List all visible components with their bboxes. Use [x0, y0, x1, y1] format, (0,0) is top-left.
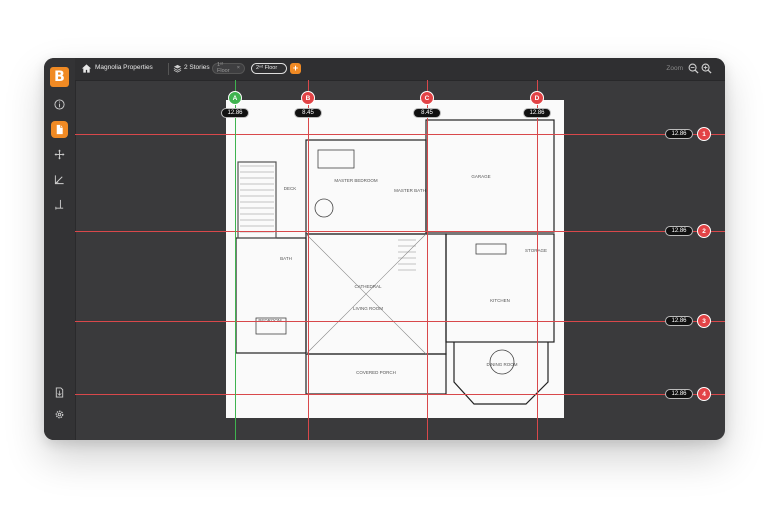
grid-row-marker-3[interactable]: 3 [697, 314, 711, 328]
angle-button[interactable] [51, 171, 68, 188]
measure-icon [55, 199, 64, 210]
zoom-in-icon[interactable] [701, 63, 712, 74]
project-name[interactable]: Magnolia Properties [95, 64, 153, 71]
plan-label-storage: STORAGE [525, 248, 547, 253]
grid-column-marker-b[interactable]: B [301, 91, 315, 105]
floor-plan-drawing: DECK MASTER BEDROOM MASTER BATH GARAGE B… [235, 119, 555, 405]
close-icon[interactable]: × [237, 65, 240, 71]
angle-icon [54, 175, 64, 185]
grid-column-line-d [537, 80, 538, 440]
grid-column-line-b [308, 80, 309, 440]
grid-column-marker-a[interactable]: A [228, 91, 242, 105]
export-button[interactable] [51, 384, 68, 401]
row-dimension-3[interactable]: 12.86 [665, 316, 693, 326]
plan-label-master-bedroom: MASTER BEDROOM [334, 178, 378, 183]
zoom-out-icon[interactable] [688, 63, 699, 74]
tab-floor-1-label: 1ˢᵗ Floor [217, 62, 230, 74]
grid-column-marker-c[interactable]: C [420, 91, 434, 105]
column-dimension-c[interactable]: 8.45 [413, 108, 441, 118]
grid-row-marker-1[interactable]: 1 [697, 127, 711, 141]
add-floor-button[interactable]: + [290, 63, 301, 74]
plan-label-cathedral: CATHEDRAL [355, 284, 382, 289]
settings-icon [55, 410, 64, 419]
grid-column-marker-d[interactable]: D [530, 91, 544, 105]
grid-column-line-a [235, 80, 236, 440]
divider [168, 63, 169, 75]
grid-row-marker-2[interactable]: 2 [697, 224, 711, 238]
plan-label-master-bath: MASTER BATH [394, 188, 426, 193]
row-dimension-2[interactable]: 12.86 [665, 226, 693, 236]
stories-label: 2 Stories [184, 64, 210, 71]
move-button[interactable] [51, 146, 68, 163]
column-dimension-d[interactable]: 12.86 [523, 108, 551, 118]
plan-label-garage: GARAGE [471, 174, 490, 179]
grid-row-marker-4[interactable]: 4 [697, 387, 711, 401]
app-window: B Magnolia Properties 2 Stories 1ˢᵗ Floo… [44, 58, 725, 440]
column-dimension-a[interactable]: 12.86 [221, 108, 249, 118]
app-logo[interactable]: B [50, 67, 69, 87]
tab-floor-2[interactable]: 2ⁿᵈ Floor [251, 62, 287, 74]
floor-plan: DECK MASTER BEDROOM MASTER BATH GARAGE B… [226, 100, 564, 418]
topbar: Magnolia Properties 2 Stories 1ˢᵗ Floor … [75, 58, 725, 81]
home-icon[interactable] [81, 63, 92, 74]
plan-label-dining-room: DINING ROOM [487, 362, 518, 367]
document-icon [56, 124, 63, 135]
measure-button[interactable] [51, 196, 68, 213]
document-button[interactable] [51, 121, 68, 138]
grid-row-line-3 [75, 321, 725, 322]
grid-row-line-1 [75, 134, 725, 135]
grid-row-line-2 [75, 231, 725, 232]
plan-label-covered-porch: COVERED PORCH [356, 370, 396, 375]
zoom-label: Zoom [666, 65, 683, 72]
row-dimension-1[interactable]: 12.86 [665, 129, 693, 139]
plan-label-kitchen: KITCHEN [490, 298, 510, 303]
column-dimension-b[interactable]: 8.45 [294, 108, 322, 118]
layers-icon [173, 64, 182, 73]
plan-label-bath: BATH [280, 256, 292, 261]
sidebar: B [44, 58, 76, 440]
plan-label-deck: DECK [284, 186, 297, 191]
drawing-canvas[interactable]: DECK MASTER BEDROOM MASTER BATH GARAGE B… [75, 80, 725, 440]
settings-button[interactable] [51, 406, 68, 423]
grid-row-line-4 [75, 394, 725, 395]
row-dimension-4[interactable]: 12.86 [665, 389, 693, 399]
tab-floor-1[interactable]: 1ˢᵗ Floor × [212, 62, 245, 74]
info-icon [54, 99, 65, 110]
info-button[interactable] [51, 96, 68, 113]
grid-column-line-c [427, 80, 428, 440]
plan-label-living-room: LIVING ROOM [353, 306, 383, 311]
export-icon [55, 387, 64, 398]
tab-floor-2-label: 2ⁿᵈ Floor [256, 65, 278, 71]
move-icon [54, 149, 65, 160]
